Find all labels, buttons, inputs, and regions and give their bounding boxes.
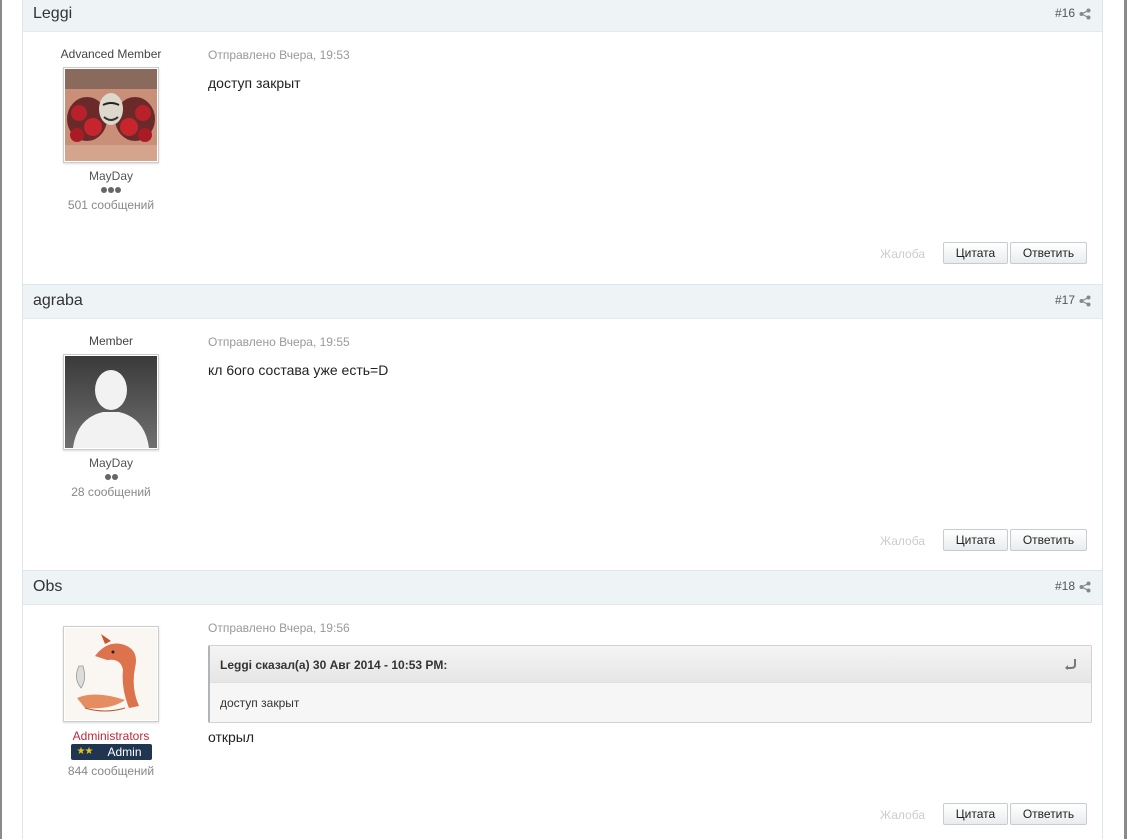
report-link[interactable]: Жалоба <box>880 534 925 548</box>
admin-badge: ★★ Admin <box>70 744 152 760</box>
author-info: Advanced Member MayDay 501 сообщений <box>23 32 199 212</box>
post-text: кл 6ого состава уже есть=D <box>208 362 389 378</box>
post-header: agraba #17 <box>23 284 1102 319</box>
stars-icon: ★★ <box>76 746 94 757</box>
fox-drawing-avatar[interactable] <box>63 626 159 722</box>
post-number-link[interactable]: #18 <box>1055 579 1075 593</box>
post-count: 844 сообщений <box>67 764 155 778</box>
quote-block: Leggi сказал(а) 30 Авг 2014 - 10:53 PM: … <box>208 645 1092 723</box>
author-info: Administrators ★★ Admin 844 сообщений <box>23 605 199 778</box>
reputation-pips <box>23 472 199 480</box>
posted-date: Отправлено Вчера, 19:53 <box>208 48 350 62</box>
quote-text: доступ закрыт <box>220 696 300 710</box>
badge-label: Admin <box>107 745 142 759</box>
default-silhouette-avatar[interactable] <box>63 354 159 450</box>
report-link[interactable]: Жалоба <box>880 247 925 261</box>
reply-button[interactable]: Ответить <box>1010 529 1087 551</box>
reply-button[interactable]: Ответить <box>1010 242 1087 264</box>
post-16: Leggi #16 Advanced Member MayDay 501 соо… <box>22 0 1103 284</box>
share-icon[interactable] <box>1079 581 1091 593</box>
pip-icon <box>104 474 111 480</box>
post-number-link[interactable]: #17 <box>1055 293 1075 307</box>
pip-icon <box>115 187 121 193</box>
reputation-pips <box>23 185 199 193</box>
forum-thread-page: Leggi #16 Advanced Member MayDay 501 соо… <box>0 0 1127 839</box>
jump-to-quote-icon[interactable] <box>1063 658 1077 670</box>
pip-icon <box>108 187 114 193</box>
quote-citation: Leggi сказал(а) 30 Авг 2014 - 10:53 PM: <box>220 658 448 672</box>
quote-header: Leggi сказал(а) 30 Авг 2014 - 10:53 PM: <box>210 646 1091 683</box>
post-actions: Жалоба Цитата Ответить <box>867 242 1087 264</box>
reply-button[interactable]: Ответить <box>1010 803 1087 825</box>
pip-icon <box>111 474 118 480</box>
post-content: Отправлено Вчера, 19:55 кл 6ого состава … <box>208 319 1092 378</box>
post-content: Отправлено Вчера, 19:53 доступ закрыт <box>208 32 1092 91</box>
quote-button[interactable]: Цитата <box>943 242 1008 264</box>
post-content: Отправлено Вчера, 19:56 Leggi сказал(а) … <box>208 605 1092 745</box>
post-actions: Жалоба Цитата Ответить <box>867 529 1087 551</box>
quote-button[interactable]: Цитата <box>943 803 1008 825</box>
member-title: Member <box>88 334 133 348</box>
posted-date: Отправлено Вчера, 19:56 <box>208 621 350 635</box>
post-17: agraba #17 Member MayDay 28 сообщений От… <box>22 284 1103 570</box>
post-header: Leggi #16 <box>23 0 1102 32</box>
post-text: доступ закрыт <box>208 75 301 91</box>
member-title: Advanced Member <box>60 47 162 61</box>
post-text: открыл <box>208 729 255 745</box>
post-number-link[interactable]: #16 <box>1055 6 1075 20</box>
share-icon[interactable] <box>1079 8 1091 20</box>
member-group: MayDay <box>88 456 133 470</box>
post-count: 501 сообщений <box>67 198 155 212</box>
page-margin <box>1101 0 1124 839</box>
pip-icon <box>101 187 107 193</box>
posted-date: Отправлено Вчера, 19:55 <box>208 335 350 349</box>
post-header: Obs #18 <box>23 570 1102 605</box>
share-icon[interactable] <box>1079 295 1091 307</box>
author-info: Member MayDay 28 сообщений <box>23 319 199 499</box>
quote-button[interactable]: Цитата <box>943 529 1008 551</box>
member-group: MayDay <box>88 169 133 183</box>
author-name-link[interactable]: Leggi <box>33 5 72 23</box>
author-name-link[interactable]: agraba <box>33 292 83 310</box>
window-edge-left <box>0 0 2 839</box>
post-18: Obs #18 Administrators ★★ Admin 844 сооб… <box>22 570 1103 839</box>
author-name-link[interactable]: Obs <box>33 578 62 596</box>
post-actions: Жалоба Цитата Ответить <box>867 803 1087 825</box>
member-title: Administrators <box>72 729 150 743</box>
tattoo-chest-avatar[interactable] <box>63 67 159 163</box>
post-count: 28 сообщений <box>71 485 151 499</box>
report-link[interactable]: Жалоба <box>880 808 925 822</box>
